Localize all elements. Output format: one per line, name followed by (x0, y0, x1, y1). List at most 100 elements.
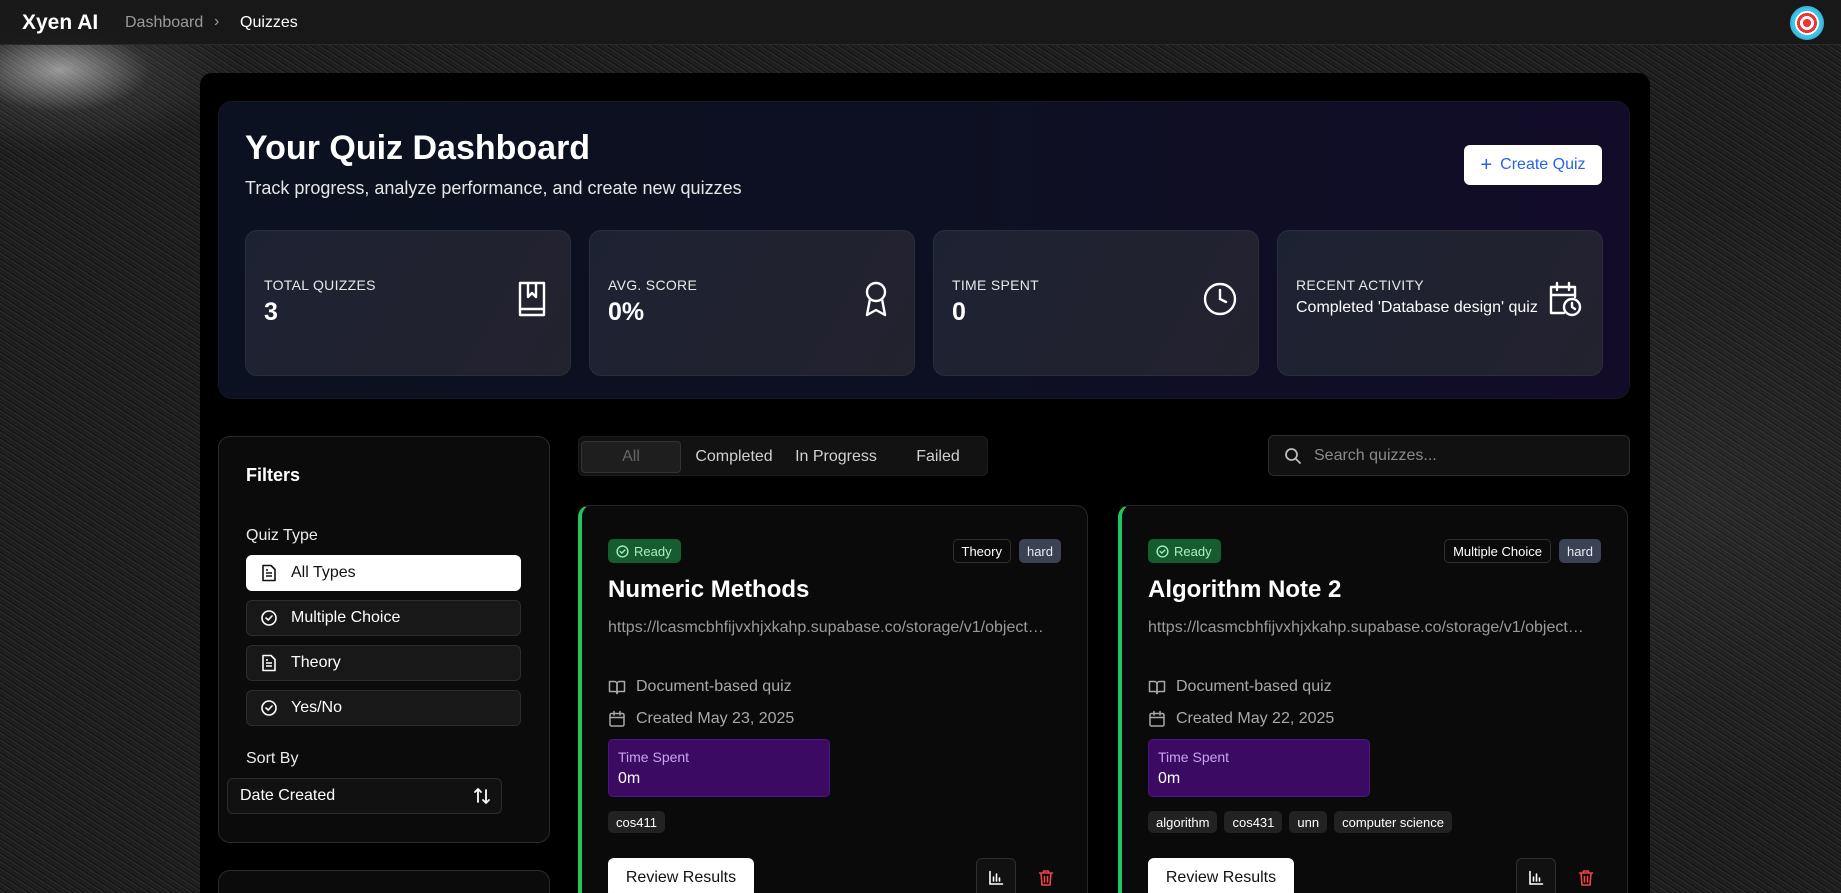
quiz-tags: cos411 (608, 811, 665, 833)
search-icon (1285, 448, 1301, 464)
search-input[interactable] (1314, 444, 1614, 468)
tab-completed[interactable]: Completed (691, 441, 777, 473)
page-subtitle: Track progress, analyze performance, and… (245, 178, 742, 198)
stat-value: 3 (264, 298, 278, 326)
stat-label: RECENT ACTIVITY (1296, 277, 1424, 293)
quiz-title: Algorithm Note 2 (1148, 576, 1342, 603)
main-panel: Your Quiz Dashboard Track progress, anal… (200, 73, 1650, 893)
time-spent-value: 0m (1158, 770, 1181, 787)
quiz-created-date: Created May 22, 2025 (1148, 710, 1334, 728)
quiz-source-type: Document-based quiz (1148, 678, 1332, 696)
calendar-icon (609, 710, 625, 727)
stat-label: TIME SPENT (952, 277, 1040, 293)
chevron-right-icon: › (214, 13, 220, 30)
stat-time-spent: TIME SPENT 0 (933, 230, 1259, 376)
document-icon (262, 564, 276, 582)
sort-value: Date Created (240, 787, 336, 804)
filter-type-yes-no[interactable]: Yes/No (246, 690, 521, 726)
card-badges: Theory hard (952, 539, 1061, 563)
secondary-panel (218, 870, 550, 893)
review-results-button[interactable]: Review Results (608, 858, 754, 893)
time-spent-label: Time Spent (1158, 749, 1230, 765)
stat-value: Completed 'Database design' quiz (1296, 299, 1538, 316)
quiz-type-badge: Theory (952, 539, 1011, 563)
difficulty-badge: hard (1018, 539, 1061, 563)
quiz-title: Numeric Methods (608, 576, 810, 603)
clock-icon (1203, 282, 1237, 316)
top-bar: Xyen AI Dashboard › Quizzes (0, 0, 1841, 45)
time-spent-value: 0m (618, 770, 641, 787)
quiz-source-url: https://lcasmcbhfijvxhjxkahp.supabase.co… (1148, 619, 1588, 636)
calendar-clock-icon (1549, 281, 1582, 317)
check-circle-icon (1156, 544, 1169, 558)
check-circle-icon (261, 610, 277, 626)
tag-chip: cos431 (1224, 811, 1283, 833)
filter-type-label: All Types (291, 564, 356, 581)
quiz-source-url: https://lcasmcbhfijvxhjxkahp.supabase.co… (608, 619, 1048, 636)
open-book-icon (1148, 680, 1166, 695)
document-icon (262, 654, 276, 672)
quiz-card[interactable]: Ready Multiple Choice hard Algorithm Not… (1118, 505, 1628, 893)
review-results-button[interactable]: Review Results (1148, 858, 1294, 893)
filter-type-multiple-choice[interactable]: Multiple Choice (246, 600, 521, 636)
quiz-type-badge: Multiple Choice (1444, 539, 1551, 563)
filter-type-label: Yes/No (291, 699, 342, 716)
quiz-created-date: Created May 23, 2025 (608, 710, 794, 728)
stat-total-quizzes: TOTAL QUIZZES 3 (245, 230, 571, 376)
user-avatar[interactable] (1790, 6, 1824, 40)
analytics-button[interactable] (1516, 858, 1556, 893)
status-tabs: All Completed In Progress Failed (578, 436, 988, 476)
create-quiz-button[interactable]: + Create Quiz (1464, 145, 1602, 185)
filter-type-theory[interactable]: Theory (246, 645, 521, 681)
brand-logo[interactable]: Xyen AI (22, 11, 98, 35)
page-title: Your Quiz Dashboard (245, 129, 591, 167)
quiz-tags: algorithm cos431 unn computer science (1148, 811, 1452, 833)
trash-icon (1038, 870, 1054, 886)
stat-value: 0% (608, 298, 645, 326)
quiz-card[interactable]: Ready Theory hard Numeric Methods https:… (578, 505, 1088, 893)
filter-type-label: Multiple Choice (291, 609, 401, 626)
check-circle-icon (261, 700, 277, 716)
status-text: Ready (634, 543, 672, 559)
search-box (1268, 435, 1630, 476)
tab-in-progress[interactable]: In Progress (788, 441, 884, 473)
stat-recent-activity: RECENT ACTIVITY Completed 'Database desi… (1277, 230, 1603, 376)
award-icon (865, 281, 887, 317)
tag-chip: algorithm (1148, 811, 1218, 833)
status-text: Ready (1174, 543, 1212, 559)
delete-button[interactable] (1566, 858, 1606, 893)
time-spent-box: Time Spent 0m (1148, 739, 1370, 797)
trash-icon (1578, 870, 1594, 886)
created-label: Created May 23, 2025 (636, 710, 795, 727)
stat-avg-score: AVG. SCORE 0% (589, 230, 915, 376)
analytics-button[interactable] (976, 858, 1016, 893)
quiz-source-type: Document-based quiz (608, 678, 792, 696)
quiz-source-label: Document-based quiz (1176, 678, 1332, 695)
tag-chip: computer science (1334, 811, 1452, 833)
dashboard-header: Your Quiz Dashboard Track progress, anal… (218, 101, 1630, 399)
check-circle-icon (616, 544, 629, 558)
plus-icon: + (1480, 154, 1493, 176)
tab-all[interactable]: All (581, 441, 681, 473)
create-quiz-label: Create Quiz (1500, 156, 1586, 173)
time-spent-box: Time Spent 0m (608, 739, 830, 797)
time-spent-label: Time Spent (618, 749, 690, 765)
book-icon (518, 281, 546, 317)
tag-chip: unn (1289, 811, 1328, 833)
stat-label: TOTAL QUIZZES (264, 277, 376, 293)
sort-arrows-icon (474, 788, 490, 804)
delete-button[interactable] (1026, 858, 1066, 893)
stat-value: 0 (952, 298, 966, 326)
filters-title: Filters (246, 465, 301, 485)
breadcrumb-dashboard[interactable]: Dashboard (125, 14, 203, 32)
status-badge: Ready (608, 539, 681, 563)
filter-type-all[interactable]: All Types (246, 555, 521, 591)
card-badges: Multiple Choice hard (1444, 539, 1601, 563)
calendar-icon (1149, 710, 1165, 727)
sort-select[interactable]: Date Created (227, 778, 502, 814)
quiz-type-label: Quiz Type (246, 527, 318, 544)
created-label: Created May 22, 2025 (1176, 710, 1335, 727)
difficulty-badge: hard (1558, 539, 1601, 563)
tab-failed[interactable]: Failed (897, 441, 979, 473)
bar-chart-icon (1529, 870, 1544, 885)
